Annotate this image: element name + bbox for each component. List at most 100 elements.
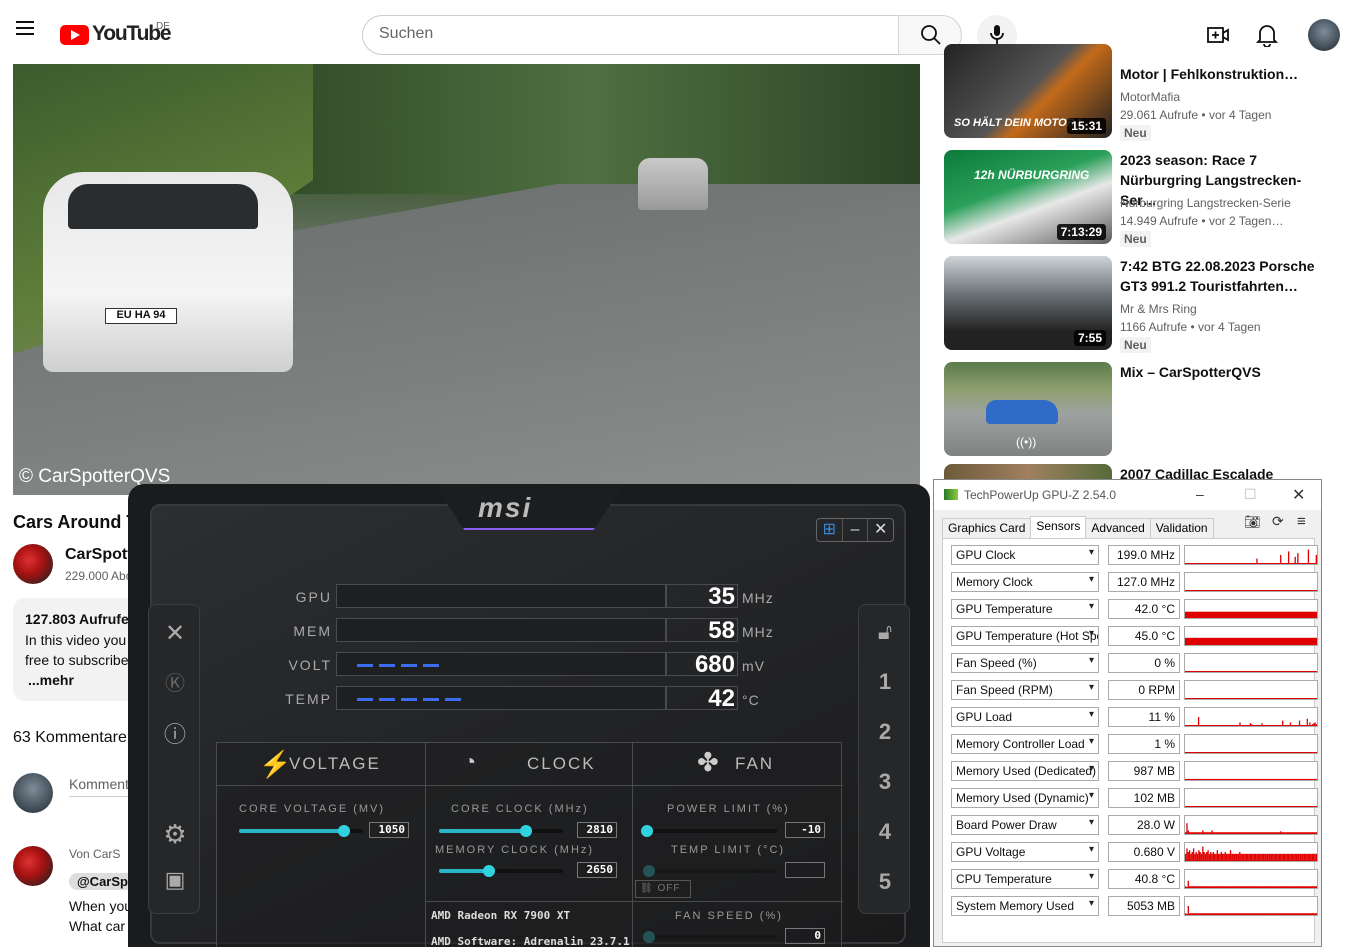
memory-clock-slider[interactable] <box>439 865 563 877</box>
lock-icon[interactable]: 🔓︎ <box>859 619 911 645</box>
profile-3-button[interactable]: 3 <box>859 769 911 795</box>
hamburger-menu-icon[interactable]: ≡ <box>1297 513 1306 530</box>
sensor-name-dropdown[interactable]: GPU Voltage <box>951 842 1099 862</box>
account-avatar[interactable] <box>1308 19 1340 51</box>
camera-icon[interactable]: 📷︎ <box>1244 514 1261 530</box>
memory-clock-slider-knob[interactable] <box>482 865 495 877</box>
tab-sensors[interactable]: Sensors <box>1030 516 1087 538</box>
gpuz-close-button[interactable]: ✕ <box>1292 485 1305 505</box>
minimize-button[interactable]: – <box>843 519 869 541</box>
sensor-name-dropdown[interactable]: CPU Temperature <box>951 869 1099 889</box>
sensor-graph-bar <box>1240 832 1242 834</box>
gpuz-maximize-button[interactable]: ☐ <box>1244 486 1257 503</box>
tab-graphics-card[interactable]: Graphics Card <box>942 518 1032 538</box>
youtube-logo-icon[interactable] <box>60 25 89 45</box>
temp-limit-value[interactable] <box>785 862 825 878</box>
fan-speed-value[interactable]: 0 <box>785 928 825 944</box>
profile-1-button[interactable]: 1 <box>859 669 911 695</box>
sensor-name-dropdown[interactable]: GPU Temperature <box>951 599 1099 619</box>
video-duration: 15:31 <box>1067 118 1106 134</box>
sensor-graph-bar <box>1185 832 1187 834</box>
power-limit-slider-knob[interactable] <box>641 825 653 837</box>
settings-icon[interactable]: ⚙ <box>149 819 201 850</box>
profile-4-button[interactable]: 4 <box>859 819 911 845</box>
sensor-graph-bar <box>1289 722 1292 726</box>
sensor-name-dropdown[interactable]: GPU Load <box>951 707 1099 727</box>
sensor-graph-bar <box>1278 832 1281 834</box>
search-input[interactable]: Suchen <box>362 15 899 55</box>
channel-name[interactable]: CarSpott <box>65 546 133 564</box>
related-channel[interactable]: MotorMafia <box>1120 90 1180 104</box>
core-voltage-slider[interactable] <box>239 825 363 837</box>
video-player[interactable]: EU HA 94 © CarSpotterQVS <box>13 64 920 495</box>
comment-input[interactable]: Komment <box>69 776 129 797</box>
profile-5-button[interactable]: 5 <box>859 869 911 895</box>
more-link[interactable]: ...mehr <box>28 672 74 688</box>
sensor-graph-bar <box>1239 832 1241 834</box>
power-limit-value[interactable]: -10 <box>785 822 825 838</box>
sensor-name-dropdown[interactable]: GPU Clock <box>951 545 1099 565</box>
fan-speed-slider-knob[interactable] <box>643 931 655 943</box>
sensor-graph-bar <box>1294 853 1296 861</box>
sensor-name-dropdown[interactable]: Fan Speed (%) <box>951 653 1099 673</box>
monitor-icon[interactable]: ▣ <box>149 867 201 893</box>
profile-2-button[interactable]: 2 <box>859 719 911 745</box>
core-clock-slider-knob[interactable] <box>519 825 532 837</box>
mix-thumbnail[interactable]: ((•)) <box>944 362 1112 456</box>
sensor-name-dropdown[interactable]: Board Power Draw <box>951 815 1099 835</box>
pinned-comment-avatar[interactable] <box>13 846 53 886</box>
sensor-name-dropdown[interactable]: Memory Used (Dedicated) <box>951 761 1099 781</box>
sensor-graph-bar <box>1215 913 1217 915</box>
notifications-bell-icon[interactable] <box>1256 23 1278 47</box>
sensor-name-dropdown[interactable]: Fan Speed (RPM) <box>951 680 1099 700</box>
fan-speed-slider[interactable] <box>643 931 777 943</box>
close-button[interactable]: ✕ <box>868 519 893 541</box>
temp-limit-slider[interactable] <box>643 865 777 877</box>
refresh-icon[interactable]: ⟳ <box>1272 513 1284 530</box>
related-title[interactable]: Mix – CarSpotterQVS <box>1120 362 1330 382</box>
create-video-icon[interactable] <box>1206 23 1230 47</box>
memory-clock-value[interactable]: 2650 <box>577 862 617 878</box>
sensor-name-dropdown[interactable]: Memory Clock <box>951 572 1099 592</box>
related-thumbnail[interactable]: 7:55 <box>944 256 1112 350</box>
sensor-graph-bar <box>1185 853 1187 861</box>
core-clock-slider[interactable] <box>439 825 563 837</box>
msi-dragon-icon[interactable]: ✕ <box>149 619 201 648</box>
temp-limit-slider-knob[interactable] <box>643 865 655 877</box>
fan-link-toggle[interactable]: ⛓ OFF <box>635 880 691 898</box>
channel-avatar[interactable] <box>13 544 53 584</box>
sensor-graph-plot <box>1185 846 1317 861</box>
gpuz-minimize-button[interactable]: – <box>1196 486 1204 502</box>
related-title[interactable]: Motor | Fehlkonstruktion… <box>1120 64 1330 84</box>
related-thumbnail[interactable]: 12h NÜRBURGRING 7:13:29 <box>944 150 1112 244</box>
sensor-graph-bar <box>1297 832 1299 834</box>
core-clock-value[interactable]: 2810 <box>577 822 617 838</box>
tab-advanced[interactable]: Advanced <box>1085 518 1151 538</box>
sensor-name-dropdown[interactable]: GPU Temperature (Hot Spot) <box>951 626 1099 646</box>
sensor-graph-bar <box>1262 886 1265 888</box>
voltage-lightning-icon: ⚡ <box>259 749 292 779</box>
sensor-graph-bar <box>1221 853 1224 861</box>
related-channel[interactable]: Nürburgring Langstrecken-Serie <box>1120 196 1291 210</box>
msi-afterburner-window[interactable]: msi ⊞ – ✕ ✕ Ⓚ ⓘ ⚙ ▣ 🔓︎ 1 2 3 4 5 GPU 35 … <box>128 484 930 947</box>
related-title-line-1[interactable]: 7:42 BTG 22.08.2023 Porsche <box>1120 256 1330 276</box>
related-title-line-1[interactable]: 2023 season: Race 7 <box>1120 150 1330 170</box>
k-boost-icon[interactable]: Ⓚ <box>149 667 201 696</box>
menu-icon[interactable] <box>16 27 34 29</box>
sensor-graph-bar <box>1289 886 1291 888</box>
sensor-name-dropdown[interactable]: Memory Controller Load <box>951 734 1099 754</box>
related-title-line-2[interactable]: GT3 991.2 Touristfahrten… <box>1120 276 1330 296</box>
power-limit-slider[interactable] <box>641 825 777 837</box>
related-thumbnail[interactable]: SO HÄLT DEIN MOTOR L 15:31 <box>944 44 1112 138</box>
core-voltage-value[interactable]: 1050 <box>369 822 409 838</box>
related-channel[interactable]: Mr & Mrs Ring <box>1120 302 1197 316</box>
sensor-name-dropdown[interactable]: Memory Used (Dynamic) <box>951 788 1099 808</box>
info-icon[interactable]: ⓘ <box>149 717 201 749</box>
core-voltage-slider-knob[interactable] <box>338 825 351 837</box>
gpuz-window[interactable]: TechPowerUp GPU-Z 2.54.0 – ☐ ✕ Graphics … <box>933 479 1322 947</box>
sensor-graph-bar <box>1196 886 1199 888</box>
tab-validation[interactable]: Validation <box>1149 518 1214 538</box>
sensor-name-dropdown[interactable]: System Memory Used <box>951 896 1099 916</box>
windows-icon[interactable]: ⊞ <box>817 519 843 541</box>
sensor-graph <box>1184 734 1318 754</box>
